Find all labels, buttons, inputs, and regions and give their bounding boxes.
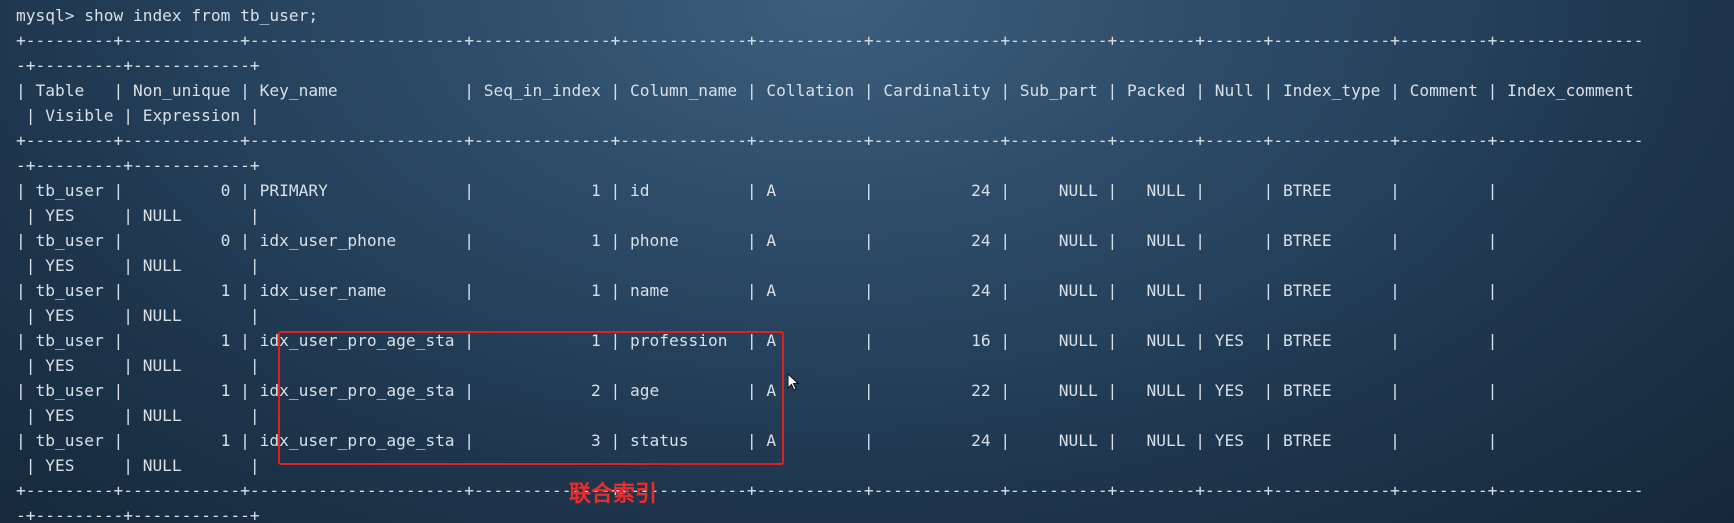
table-row: | tb_user | 0 | PRIMARY | 1 | id | A | 2… (16, 181, 1498, 200)
composite-index-highlight-box (278, 331, 784, 465)
table-row: | tb_user | 0 | idx_user_phone | 1 | pho… (16, 231, 1498, 250)
table-border-line: -+---------+------------+ (16, 56, 260, 75)
table-row-wrap: | YES | NULL | (16, 356, 260, 375)
table-border-line: -+---------+------------+ (16, 156, 260, 175)
mouse-pointer-icon (787, 373, 799, 391)
table-row-wrap: | YES | NULL | (16, 406, 260, 425)
table-border-line: -+---------+------------+ (16, 506, 260, 521)
table-row-wrap: | YES | NULL | (16, 206, 260, 225)
table-header-row: | Table | Non_unique | Key_name | Seq_in… (16, 81, 1634, 100)
terminal-output[interactable]: mysql> show index from tb_user; +-------… (16, 6, 1728, 521)
command-prompt-line: mysql> show index from tb_user; (16, 6, 319, 25)
table-border-line: +---------+------------+----------------… (16, 131, 1644, 150)
table-row: | tb_user | 1 | idx_user_name | 1 | name… (16, 281, 1498, 300)
table-border-line: +---------+------------+----------------… (16, 31, 1644, 50)
table-row-wrap: | YES | NULL | (16, 456, 260, 475)
table-header-row-wrap: | Visible | Expression | (16, 106, 260, 125)
table-row-wrap: | YES | NULL | (16, 306, 260, 325)
table-border-line: +---------+------------+----------------… (16, 481, 1644, 500)
composite-index-annotation: 联合索引 (569, 482, 658, 507)
table-row-wrap: | YES | NULL | (16, 256, 260, 275)
